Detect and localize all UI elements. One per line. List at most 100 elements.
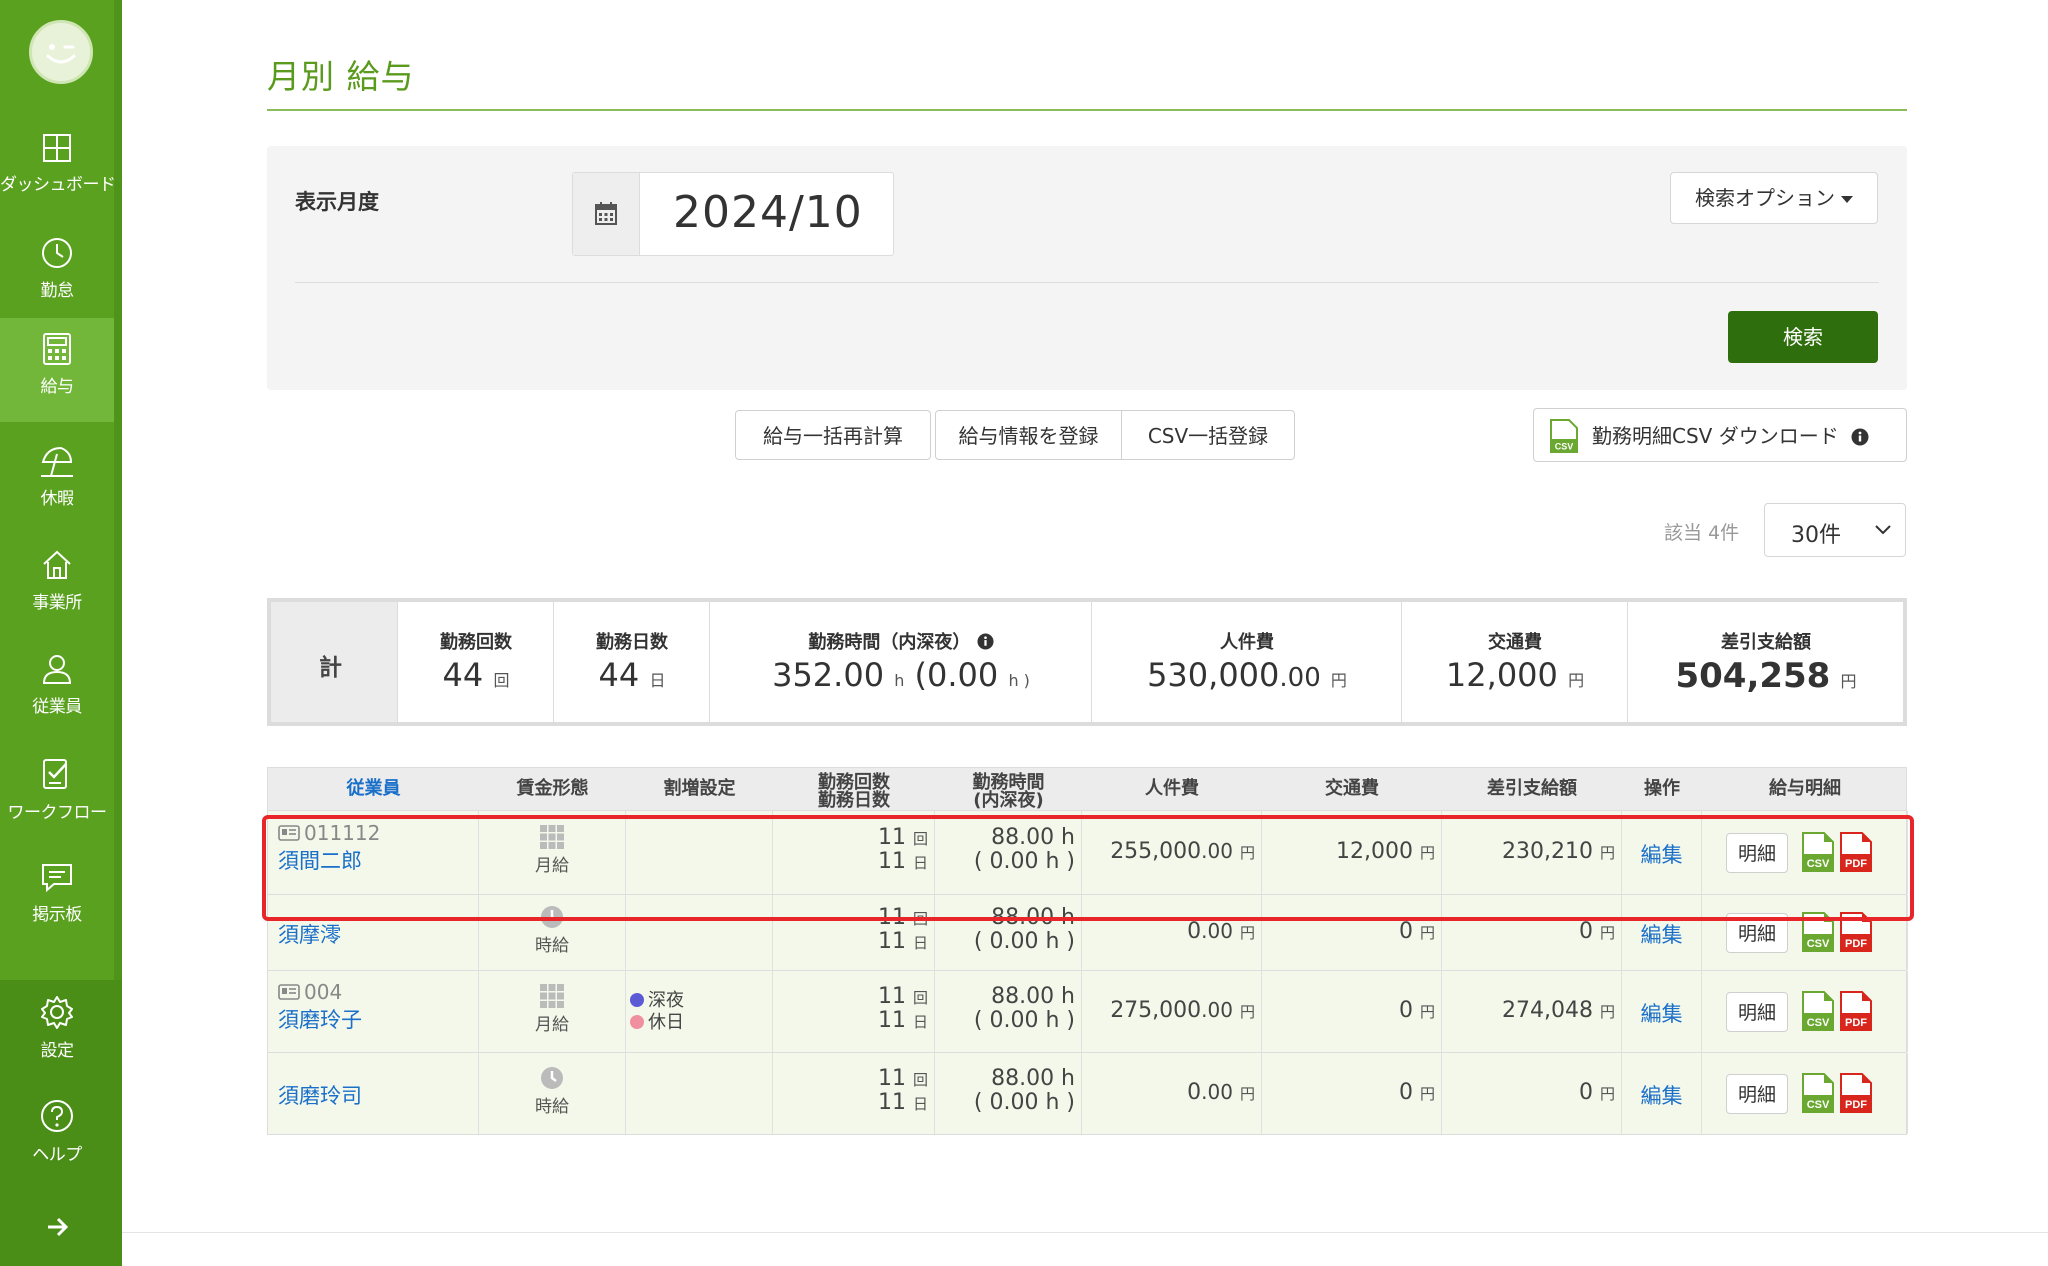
id-card-icon xyxy=(278,984,300,1000)
csv-download-label: 勤務明細CSV ダウンロード xyxy=(1592,424,1839,448)
edit-link[interactable]: 編集 xyxy=(1622,998,1701,1028)
csv-download-button[interactable]: CSV 勤務明細CSV ダウンロード xyxy=(1533,408,1907,462)
expand-sidebar-button[interactable] xyxy=(46,1216,70,1242)
work-count: 11 回 xyxy=(878,1066,928,1091)
sidebar-item-help[interactable]: ヘルプ xyxy=(0,1084,114,1188)
sidebar-item-settings[interactable]: 設定 xyxy=(0,980,114,1084)
bulk-recalc-button[interactable]: 給与一括再計算 xyxy=(735,410,931,460)
total-labor-int: 530,000 xyxy=(1147,656,1280,694)
unit-label: 円 xyxy=(1840,672,1857,691)
logo-smiley-icon[interactable] xyxy=(29,20,93,84)
sidebar-item-payroll[interactable]: 給与 xyxy=(0,318,114,422)
sidebar-item-office[interactable]: 事業所 xyxy=(0,534,114,638)
workflow-icon xyxy=(43,759,67,789)
unit-label: h xyxy=(894,671,905,690)
cell-employee: 004 須磨玲子 xyxy=(268,971,479,1052)
wage-type-text: 時給 xyxy=(535,936,569,956)
pdf-icon-text: PDF xyxy=(1845,1017,1867,1029)
sidebar-item-leave[interactable]: 休暇 xyxy=(0,430,114,534)
transport-number: 0 xyxy=(1398,919,1413,944)
total-transport-header: 交通費 xyxy=(1488,632,1542,653)
csv-file-icon: CSV xyxy=(1550,419,1578,453)
sidebar-item-employees[interactable]: 従業員 xyxy=(0,638,114,742)
col-transport: 交通費 xyxy=(1325,778,1379,799)
totals-panel: 計 勤務回数 44 回 勤務日数 44 日 勤務時間（内深夜） 352.00 h… xyxy=(267,598,1907,726)
sidebar-item-attendance[interactable]: 勤怠 xyxy=(0,222,114,326)
detail-button[interactable]: 明細 xyxy=(1726,992,1788,1032)
labor-dec: .00 xyxy=(1201,919,1233,943)
total-labor-cost-value: 530,000.00 円 xyxy=(1092,656,1402,694)
page-title: 月別 給与 xyxy=(267,57,415,96)
transport-cost: 0 円 xyxy=(1399,919,1435,944)
employee-name-link[interactable]: 須磨玲司 xyxy=(278,1080,362,1110)
search-panel: 表示月度 2024/10 検索オプション 検索 xyxy=(267,146,1907,390)
help-icon xyxy=(41,1100,73,1132)
work-days-number: 11 xyxy=(877,1008,906,1033)
total-work-count-number: 44 xyxy=(442,656,484,694)
search-button[interactable]: 検索 xyxy=(1728,311,1878,363)
per-page-value: 30件 xyxy=(1791,523,1841,548)
cell-labor: 0.00 円 xyxy=(1082,1053,1262,1134)
work-days: 11 日 xyxy=(878,929,928,954)
sidebar-item-board[interactable]: 掲示板 xyxy=(0,846,114,950)
search-options-label: 検索オプション xyxy=(1695,186,1835,210)
employee-name-link[interactable]: 須摩澪 xyxy=(278,919,341,949)
net-pay-number: 0 xyxy=(1578,919,1593,944)
chat-icon xyxy=(42,864,72,893)
labor-dec: .00 xyxy=(1201,1080,1233,1104)
pdf-download-icon[interactable]: PDF xyxy=(1840,1073,1872,1113)
cell-labor: 275,000.00 円 xyxy=(1082,971,1262,1052)
unit-label: 円 xyxy=(1599,1003,1615,1021)
sidebar-bottom: 設定 ヘルプ xyxy=(0,980,122,1266)
sidebar-item-dashboard[interactable]: ダッシュボード xyxy=(0,118,116,222)
total-net-pay-number: 504,258 xyxy=(1675,656,1831,696)
net-pay-number: 274,048 xyxy=(1502,998,1593,1023)
month-picker[interactable]: 2024/10 xyxy=(572,172,894,256)
total-work-count-header: 勤務回数 xyxy=(440,632,512,653)
labor-int: 0 xyxy=(1187,1080,1202,1105)
search-options-button[interactable]: 検索オプション xyxy=(1670,172,1878,224)
register-salary-button[interactable]: 給与情報を登録 xyxy=(935,410,1122,460)
unit-label: 円 xyxy=(1419,1085,1435,1103)
employee-name-link[interactable]: 須磨玲子 xyxy=(278,1004,362,1034)
labor-int: 0 xyxy=(1187,919,1202,944)
labor-cost: 0.00 円 xyxy=(1187,1080,1255,1105)
unit-label: 日 xyxy=(912,1095,928,1113)
csv-download-icon[interactable]: CSV xyxy=(1802,991,1834,1031)
net-pay: 0 円 xyxy=(1579,1080,1615,1105)
csv-icon-text: CSV xyxy=(1807,938,1830,950)
work-hours: 88.00 h xyxy=(991,984,1075,1009)
detail-button[interactable]: 明細 xyxy=(1726,1074,1788,1114)
clock-icon xyxy=(42,238,72,268)
night-hours: ( 0.00 h ) xyxy=(973,1090,1075,1115)
title-divider xyxy=(267,109,1907,111)
transport-number: 0 xyxy=(1398,1080,1413,1105)
wage-type: 月給 xyxy=(479,984,625,1035)
work-count: 11 回 xyxy=(878,984,928,1009)
col-count-days: 勤務回数 勤務日数 xyxy=(818,772,890,810)
csv-download-icon[interactable]: CSV xyxy=(1802,1073,1834,1113)
total-transport: 交通費 12,000 円 xyxy=(1401,602,1628,722)
user-icon xyxy=(42,655,72,684)
col-employee[interactable]: 従業員 xyxy=(268,768,479,810)
edit-link[interactable]: 編集 xyxy=(1622,919,1701,949)
unit-label: 円 xyxy=(1419,924,1435,942)
table-header: 従業員 賃金形態 割増設定 勤務回数 勤務日数 勤務時間 (内深夜) 人件費 交… xyxy=(267,767,1907,811)
clock-icon xyxy=(541,1067,563,1089)
csv-bulk-register-button[interactable]: CSV一括登録 xyxy=(1121,410,1295,460)
calendar-button[interactable] xyxy=(573,173,640,255)
cell-net: 274,048 円 xyxy=(1442,971,1622,1052)
sidebar-item-workflow[interactable]: ワークフロー xyxy=(0,742,114,846)
sidebar: ダッシュボード 勤怠 給与 休暇 事業所 従業員 ワークフロー 掲示板 設定 ヘ… xyxy=(0,0,122,1266)
unit-label: 円 xyxy=(1239,1003,1255,1021)
unit-label: 円 xyxy=(1239,924,1255,942)
night-hours: ( 0.00 h ) xyxy=(973,929,1075,954)
edit-link[interactable]: 編集 xyxy=(1622,1080,1701,1110)
unit-label: 日 xyxy=(912,1013,928,1031)
month-input[interactable]: 2024/10 xyxy=(673,187,863,238)
csv-file-text: CSV xyxy=(1555,442,1574,452)
sidebar-item-label: 設定 xyxy=(40,1041,75,1061)
per-page-select[interactable]: 30件 xyxy=(1764,503,1906,557)
pdf-download-icon[interactable]: PDF xyxy=(1840,991,1872,1031)
unit-label: h ) xyxy=(1008,671,1030,690)
